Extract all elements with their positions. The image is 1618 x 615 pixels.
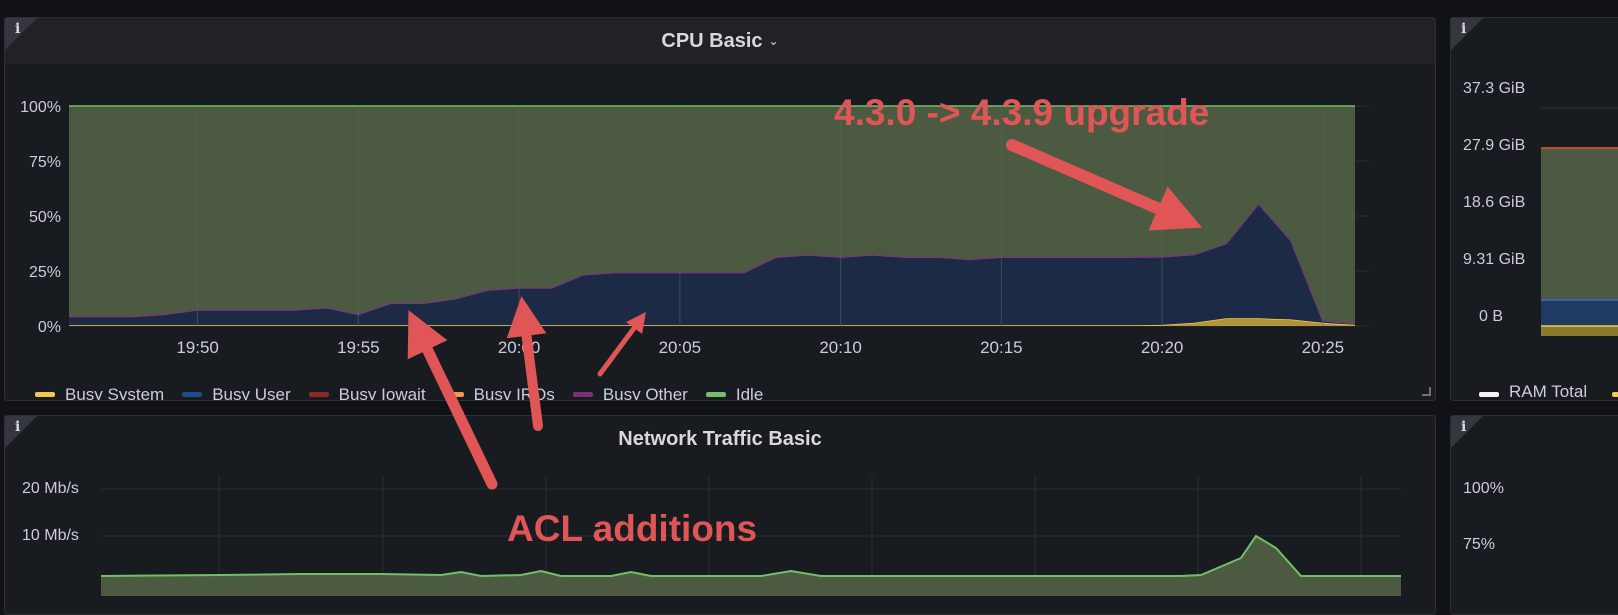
y-tick-label: 100% <box>20 99 61 116</box>
y-tick-label: 27.9 GiB <box>1463 137 1526 154</box>
legend-item[interactable]: Busy Iowait <box>308 384 426 401</box>
x-tick-label: 20:15 <box>980 338 1023 357</box>
memory-chart[interactable] <box>1541 88 1618 348</box>
cpu-panel-header[interactable]: i CPU Basic ⌄ <box>5 18 1435 64</box>
y-tick-label: 0% <box>38 319 61 336</box>
panel-title-text[interactable]: CPU Basic <box>661 30 762 52</box>
legend-swatch <box>1611 392 1618 397</box>
legend-item[interactable]: Busy User <box>182 384 291 401</box>
legend-item[interactable]: Busy IRQs <box>443 384 555 401</box>
legend-label: Busy System <box>65 384 165 401</box>
x-tick-label: 20:05 <box>659 338 702 357</box>
resize-handle[interactable] <box>1422 387 1431 396</box>
bottom-right-panel: i 100% 75% <box>1450 415 1618 615</box>
memory-legend: RAM Total <box>1479 382 1618 400</box>
y-tick-label: 20 Mb/s <box>22 480 79 497</box>
legend-swatch <box>443 392 464 397</box>
y-tick-label: 100% <box>1463 480 1504 497</box>
cpu-chart[interactable]: 0% 25% 50% 75% 100% 19:50 19:55 20:00 20:05 20:10… <box>5 68 1429 368</box>
y-tick-label: 10 Mb/s <box>22 527 79 544</box>
legend-swatch <box>182 392 203 397</box>
upgrade-annotation: 4.3.0 -> 4.3.9 upgrade <box>834 92 1210 133</box>
legend-swatch <box>308 392 329 397</box>
info-icon[interactable]: i <box>1461 21 1466 37</box>
y-tick-label: 75% <box>29 154 61 171</box>
legend-label: Busy User <box>212 384 291 401</box>
x-tick-label: 19:55 <box>337 338 380 357</box>
legend-label: Busy Iowait <box>338 384 426 401</box>
legend-swatch <box>572 392 593 397</box>
legend-label: Busy Other <box>602 384 688 401</box>
legend-label: Busy IRQs <box>473 384 555 401</box>
legend-item[interactable]: Busy System <box>35 384 165 401</box>
chevron-down-icon[interactable]: ⌄ <box>769 34 779 48</box>
network-panel-title[interactable]: Network Traffic Basic <box>5 428 1435 451</box>
cpu-basic-panel: i CPU Basic ⌄ 0% 25% 50% 75% 100% 19:50 19:55 20… <box>4 17 1436 401</box>
legend-label[interactable]: RAM Total <box>1509 382 1587 400</box>
y-tick-label: 18.6 GiB <box>1463 194 1526 211</box>
x-tick-label: 20:20 <box>1141 338 1184 357</box>
y-tick-label: 0 B <box>1479 308 1504 325</box>
legend-item[interactable]: Idle <box>705 384 764 401</box>
legend-swatch <box>35 392 55 397</box>
acl-annotation: ACL additions <box>507 508 758 549</box>
network-chart[interactable] <box>101 476 1431 596</box>
info-icon[interactable]: i <box>1461 419 1466 435</box>
memory-panel: i 37.3 GiB 27.9 GiB 18.6 GiB 9.31 GiB 0 … <box>1450 17 1618 401</box>
cpu-panel-title[interactable]: CPU Basic ⌄ <box>5 30 1435 53</box>
y-tick-label: 37.3 GiB <box>1463 80 1526 97</box>
info-corner[interactable] <box>1451 416 1483 448</box>
y-tick-label: 25% <box>29 264 61 281</box>
legend-item[interactable]: Busy Other <box>572 384 688 401</box>
y-tick-label: 50% <box>29 209 61 226</box>
y-tick-label: 75% <box>1463 536 1496 553</box>
legend-swatch <box>705 392 726 397</box>
cpu-legend: Busy System Busy User Busy Iowait Busy IRQs… <box>35 382 781 401</box>
legend-swatch-ram-total <box>1479 392 1499 397</box>
legend-label: Idle <box>735 384 764 401</box>
x-tick-label: 20:00 <box>498 338 541 357</box>
info-corner[interactable] <box>1451 18 1483 50</box>
x-tick-label: 20:10 <box>819 338 862 357</box>
ram-buffer-area <box>1541 326 1618 336</box>
x-tick-label: 20:25 <box>1302 338 1345 357</box>
x-tick-label: 19:50 <box>176 338 219 357</box>
y-tick-label: 9.31 GiB <box>1463 251 1526 268</box>
